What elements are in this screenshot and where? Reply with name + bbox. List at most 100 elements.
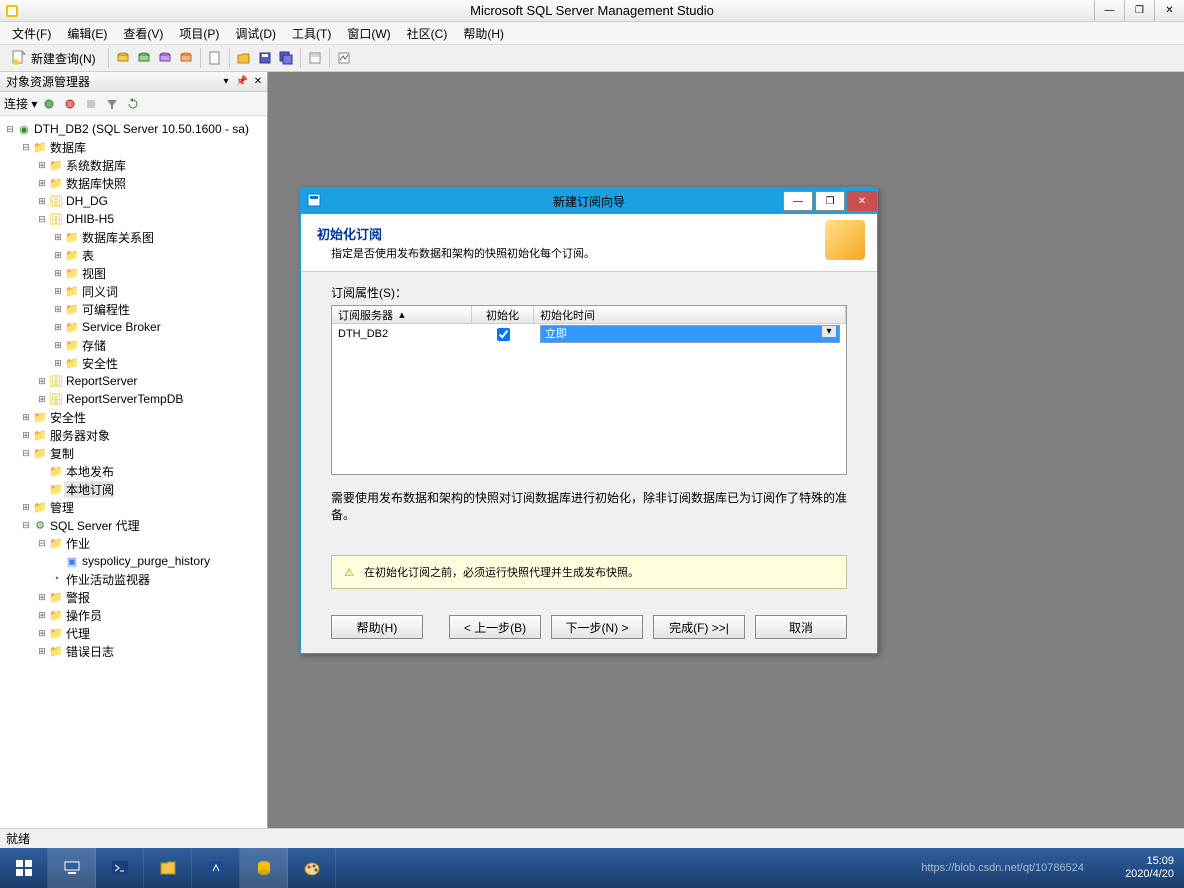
maximize-button[interactable]: ❐ — [1124, 1, 1154, 21]
tree-views[interactable]: ⊞📁视图 — [0, 264, 267, 282]
tree-local-sub[interactable]: 📁本地订阅 — [0, 480, 267, 498]
col-server[interactable]: 订阅服务器 ▴ — [332, 306, 472, 323]
taskbar-paint-icon[interactable] — [288, 848, 336, 888]
tree-dhib-h5[interactable]: ⊟🗄DHIB-H5 — [0, 210, 267, 228]
disconnect-icon[interactable] — [61, 95, 79, 113]
tree-snapshot[interactable]: ⊞📁数据库快照 — [0, 174, 267, 192]
tree-operators[interactable]: ⊞📁操作员 — [0, 606, 267, 624]
dialog-title: 新建订阅向导 — [553, 193, 625, 210]
menu-view[interactable]: 查看(V) — [115, 23, 171, 44]
back-button[interactable]: < 上一步(B) — [449, 615, 541, 639]
stop-icon[interactable] — [82, 95, 100, 113]
connect-icon[interactable] — [40, 95, 58, 113]
tool-saveall-icon[interactable] — [277, 49, 295, 67]
tree-programmability[interactable]: ⊞📁可编程性 — [0, 300, 267, 318]
tool-template-icon[interactable] — [306, 49, 324, 67]
dialog-titlebar: 新建订阅向导 — ❐ ✕ — [301, 188, 877, 214]
taskbar-app-icon[interactable] — [192, 848, 240, 888]
tree-sysdb[interactable]: ⊞📁系统数据库 — [0, 156, 267, 174]
explorer-title: 对象资源管理器 ▾ 📌 ✕ — [0, 72, 267, 92]
warning-text: 在初始化订阅之前，必须运行快照代理并生成发布快照。 — [364, 564, 639, 580]
main-area: 对象资源管理器 ▾ 📌 ✕ 连接 ▾ ⊟◉DTH_DB2 (SQL Server… — [0, 72, 1184, 828]
explorer-tree: ⊟◉DTH_DB2 (SQL Server 10.50.1600 - sa) ⊟… — [0, 116, 267, 828]
menu-debug[interactable]: 调试(D) — [227, 23, 284, 44]
tree-server-objects[interactable]: ⊞📁服务器对象 — [0, 426, 267, 444]
menu-community[interactable]: 社区(C) — [399, 23, 456, 44]
dialog-close-button[interactable]: ✕ — [847, 191, 877, 211]
tree-synonyms[interactable]: ⊞📁同义词 — [0, 282, 267, 300]
filter-icon[interactable] — [103, 95, 121, 113]
tree-databases[interactable]: ⊟📁数据库 — [0, 138, 267, 156]
pin-icon[interactable]: 📌 — [235, 76, 249, 87]
tree-alerts[interactable]: ⊞📁警报 — [0, 588, 267, 606]
tree-jobs[interactable]: ⊟📁作业 — [0, 534, 267, 552]
tree-replication[interactable]: ⊟📁复制 — [0, 444, 267, 462]
tree-error-logs[interactable]: ⊞📁错误日志 — [0, 642, 267, 660]
refresh-icon[interactable] — [124, 95, 142, 113]
tree-tables[interactable]: ⊞📁表 — [0, 246, 267, 264]
help-button[interactable]: 帮助(H) — [331, 615, 423, 639]
cell-server: DTH_DB2 — [332, 324, 472, 344]
tool-db3-icon[interactable] — [156, 49, 174, 67]
menu-file[interactable]: 文件(F) — [4, 23, 59, 44]
cell-init-checkbox[interactable] — [497, 328, 510, 341]
object-explorer: 对象资源管理器 ▾ 📌 ✕ 连接 ▾ ⊟◉DTH_DB2 (SQL Server… — [0, 72, 268, 828]
tree-service-broker[interactable]: ⊞📁Service Broker — [0, 318, 267, 336]
col-init-time[interactable]: 初始化时间 — [534, 306, 846, 323]
tree-security[interactable]: ⊞📁安全性 — [0, 408, 267, 426]
tree-security-db[interactable]: ⊞📁安全性 — [0, 354, 267, 372]
tree-diagrams[interactable]: ⊞📁数据库关系图 — [0, 228, 267, 246]
menu-project[interactable]: 项目(P) — [171, 23, 227, 44]
tool-activity-icon[interactable] — [335, 49, 353, 67]
next-button[interactable]: 下一步(N) > — [551, 615, 643, 639]
tool-open-icon[interactable] — [235, 49, 253, 67]
menu-bar: 文件(F) 编辑(E) 查看(V) 项目(P) 调试(D) 工具(T) 窗口(W… — [0, 22, 1184, 44]
tree-local-pub[interactable]: 📁本地发布 — [0, 462, 267, 480]
menu-window[interactable]: 窗口(W) — [339, 23, 398, 44]
tree-syspolicy[interactable]: ▣syspolicy_purge_history — [0, 552, 267, 570]
content-area: 新建订阅向导 — ❐ ✕ 初始化订阅 指定是否使用发布数据和架构的快照初始化每个… — [268, 72, 1184, 828]
minimize-button[interactable]: — — [1094, 1, 1124, 21]
dialog-maximize-button[interactable]: ❐ — [815, 191, 845, 211]
dialog-body: 订阅属性(S)： 订阅服务器 ▴ 初始化 初始化时间 DTH_DB2 — [301, 272, 877, 481]
connect-button[interactable]: 连接 ▾ — [4, 95, 37, 112]
dialog-header-image — [825, 220, 865, 260]
tree-sql-agent[interactable]: ⊟⚙SQL Server 代理 — [0, 516, 267, 534]
taskbar-server-manager-icon[interactable] — [48, 848, 96, 888]
menu-tools[interactable]: 工具(T) — [284, 23, 339, 44]
taskbar-clock[interactable]: 15:09 2020/4/20 — [1125, 855, 1184, 881]
tool-save-icon[interactable] — [256, 49, 274, 67]
tree-server[interactable]: ⊟◉DTH_DB2 (SQL Server 10.50.1600 - sa) — [0, 120, 267, 138]
finish-button[interactable]: 完成(F) >>| — [653, 615, 745, 639]
tree-reportservertemp[interactable]: ⊞🗄ReportServerTempDB — [0, 390, 267, 408]
menu-help[interactable]: 帮助(H) — [455, 23, 512, 44]
start-button[interactable] — [0, 848, 48, 888]
wizard-dialog: 新建订阅向导 — ❐ ✕ 初始化订阅 指定是否使用发布数据和架构的快照初始化每个… — [300, 187, 878, 654]
tree-proxies[interactable]: ⊞📁代理 — [0, 624, 267, 642]
watermark-url: https://blob.csdn.net/qt/10786524 — [921, 862, 1084, 874]
cancel-button[interactable]: 取消 — [755, 615, 847, 639]
tool-db2-icon[interactable] — [135, 49, 153, 67]
tool-db-icon[interactable] — [114, 49, 132, 67]
tree-activity-monitor[interactable]: ◔作业活动监视器 — [0, 570, 267, 588]
col-init[interactable]: 初始化 — [472, 306, 534, 323]
tree-dh-dg[interactable]: ⊞🗄DH_DG — [0, 192, 267, 210]
cell-init-time-combo[interactable]: 立即 — [540, 325, 840, 343]
dialog-minimize-button[interactable]: — — [783, 191, 813, 211]
dialog-icon — [307, 193, 323, 209]
tree-management[interactable]: ⊞📁管理 — [0, 498, 267, 516]
new-query-button[interactable]: 新建查询(N) — [4, 47, 103, 69]
tool-file-icon[interactable] — [206, 49, 224, 67]
close-panel-icon[interactable]: ✕ — [251, 76, 265, 87]
tree-reportserver[interactable]: ⊞🗄ReportServer — [0, 372, 267, 390]
close-button[interactable]: ✕ — [1154, 1, 1184, 21]
taskbar-ssms-icon[interactable] — [240, 848, 288, 888]
tree-storage[interactable]: ⊞📁存储 — [0, 336, 267, 354]
dropdown-icon[interactable]: ▾ — [219, 76, 233, 87]
taskbar-explorer-icon[interactable] — [144, 848, 192, 888]
taskbar: https://blob.csdn.net/qt/10786524 15:09 … — [0, 848, 1184, 888]
taskbar-powershell-icon[interactable] — [96, 848, 144, 888]
menu-edit[interactable]: 编辑(E) — [59, 23, 115, 44]
status-bar: 就绪 — [0, 828, 1184, 848]
tool-db4-icon[interactable] — [177, 49, 195, 67]
